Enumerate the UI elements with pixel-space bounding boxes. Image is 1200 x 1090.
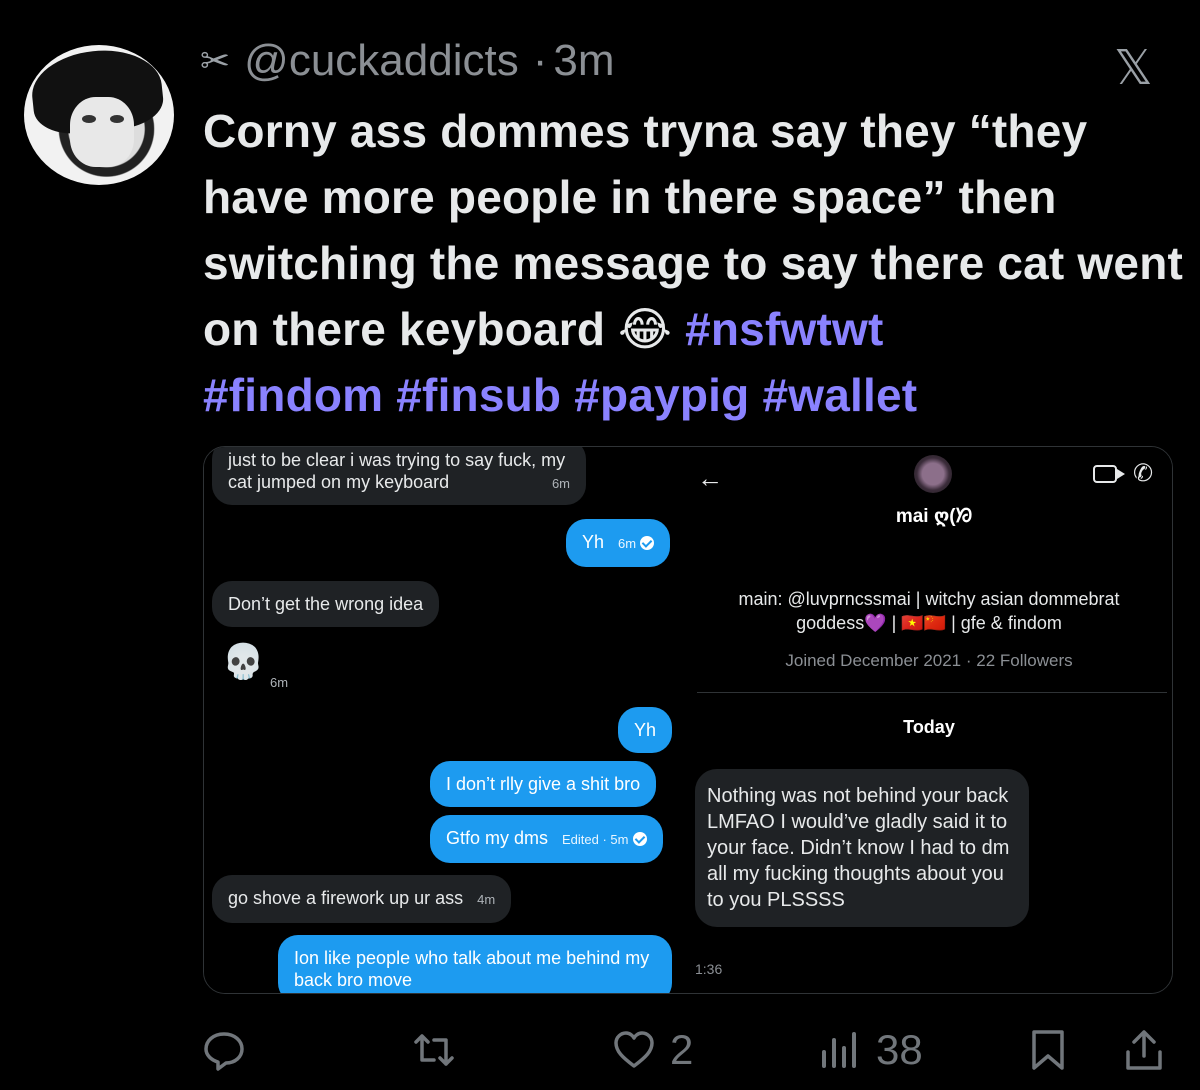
x-logo-icon[interactable]: 𝕏: [1114, 40, 1153, 96]
dm-message: Nothing was not behind your back LMFAO I…: [695, 769, 1029, 927]
dm-text: Don’t get the wrong idea: [228, 594, 424, 614]
back-arrow-icon: ←: [697, 463, 723, 493]
bookmark-icon: [1032, 1030, 1064, 1070]
read-check-icon: [640, 536, 655, 550]
avatar-eye: [110, 115, 124, 123]
dm-avatar: [914, 455, 952, 493]
retweet-icon: [414, 1034, 454, 1066]
dm-bubble: Don’t get the wrong idea: [212, 581, 440, 627]
dm-bubble: Yh: [618, 707, 673, 753]
heart-icon: [614, 1031, 654, 1068]
dm-time: 6m: [270, 675, 289, 690]
author-avatar[interactable]: [24, 45, 174, 185]
tweet-text: Corny ass dommes tryna say they “they ha…: [203, 98, 1183, 428]
hashtag-link[interactable]: #finsub: [396, 369, 561, 421]
dm-bubble: Yh 6m: [566, 519, 671, 567]
share-button[interactable]: [1120, 1022, 1168, 1078]
hashtag-link[interactable]: #nsfwtwt: [685, 303, 883, 355]
dm-time: 1:36: [695, 961, 723, 977]
reply-icon: [204, 1032, 244, 1071]
tweet-header: ✂ @cuckaddicts · 3m: [200, 36, 615, 86]
dm-bio: main: @luvprncssmai | witchy asian domme…: [738, 589, 1120, 633]
dm-text: Ion like people who talk about me behind…: [294, 948, 650, 990]
avatar-eye: [82, 115, 96, 123]
dm-time: Edited · 5m: [562, 832, 629, 847]
views-icon: [822, 1032, 856, 1068]
dm-text: just to be clear i was trying to say fuc…: [228, 450, 566, 492]
date-header: Today: [903, 717, 955, 737]
author-handle[interactable]: @cuckaddicts: [244, 36, 519, 86]
hashtag-link[interactable]: #findom: [203, 369, 383, 421]
dm-time: 4m: [638, 987, 656, 993]
dm-screenshot-right: ← ✆ mai ღ(ᘞ main: @luvprncssmai | witchy…: [689, 447, 1172, 993]
dm-text: go shove a firework up ur ass: [228, 888, 464, 908]
views-button[interactable]: 38: [816, 1022, 923, 1078]
dm-bubble: Ion like people who talk about me behind…: [278, 935, 672, 993]
retweet-button[interactable]: [410, 1022, 458, 1078]
dm-bubble: Gtfo my dms Edited · 5m: [430, 815, 663, 863]
dm-bubble: I don’t rlly give a shit bro: [430, 761, 657, 807]
tweet-time[interactable]: 3m: [553, 36, 614, 86]
dm-joined: Joined December 2021 · 22 Followers: [785, 651, 1073, 670]
time-separator: ·: [532, 36, 548, 85]
dm-screenshot-left: just to be clear i was trying to say fuc…: [204, 447, 689, 993]
view-count: 38: [876, 1026, 923, 1073]
like-button[interactable]: 2: [610, 1022, 693, 1078]
dm-text: Gtfo my dms: [446, 828, 549, 848]
divider: [697, 692, 1167, 693]
dm-time: 4m: [477, 892, 496, 907]
dm-text: Yh: [582, 532, 605, 552]
dm-time: 6m: [551, 476, 570, 491]
dm-bubble: go shove a firework up ur ass 4m: [212, 875, 512, 923]
dm-time: 6m: [618, 536, 637, 551]
skull-emoji: 💀: [222, 643, 265, 681]
like-count: 2: [670, 1026, 694, 1073]
scissors-icon: ✂: [200, 40, 231, 81]
bookmark-button[interactable]: [1024, 1022, 1072, 1078]
dm-text: Yh: [634, 720, 657, 740]
dm-text: I don’t rlly give a shit bro: [446, 774, 641, 794]
tweet-media[interactable]: just to be clear i was trying to say fuc…: [203, 446, 1173, 994]
read-check-icon: [632, 832, 647, 846]
video-call-icon: [1093, 465, 1125, 483]
share-icon: [1126, 1030, 1162, 1070]
action-bar: 2 38: [200, 1022, 1180, 1078]
hashtag-link[interactable]: #paypig: [574, 369, 749, 421]
avatar-face: [70, 97, 134, 167]
reply-button[interactable]: [200, 1022, 248, 1078]
hashtag-link[interactable]: #wallet: [762, 369, 917, 421]
dm-bubble: just to be clear i was trying to say fuc…: [212, 447, 586, 505]
dm-name: mai ღ(ᘞ: [895, 506, 973, 527]
phone-icon: ✆: [1133, 460, 1154, 487]
